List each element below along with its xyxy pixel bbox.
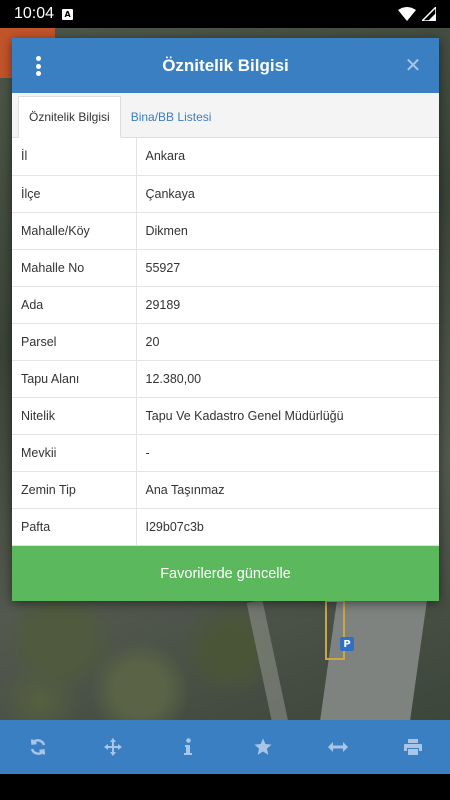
attribute-value: I29b07c3b: [136, 508, 439, 546]
table-row: Mevkii -: [12, 434, 439, 472]
close-icon[interactable]: ✕: [401, 53, 425, 77]
move-icon[interactable]: [93, 727, 133, 767]
attribute-key: Nitelik: [12, 397, 137, 435]
attribute-value: Tapu Ve Kadastro Genel Müdürlüğü: [136, 397, 439, 435]
dialog-title: Öznitelik Bilgisi: [162, 55, 289, 75]
signal-icon: [422, 7, 436, 21]
system-nav-bar: [0, 774, 450, 800]
attribute-table: İl Ankara İlçe Çankaya Mahalle/Köy Dikme…: [12, 138, 439, 546]
attribute-value: 12.380,00: [136, 360, 439, 398]
attribute-value: Ana Taşınmaz: [136, 471, 439, 509]
attribute-value: Çankaya: [136, 175, 439, 213]
table-row: Tapu Alanı 12.380,00: [12, 360, 439, 398]
attribute-key: Mahalle/Köy: [12, 212, 137, 250]
tab-attribute-info[interactable]: Öznitelik Bilgisi: [18, 96, 121, 138]
map-parcel-outline: [325, 600, 345, 660]
table-row: Nitelik Tapu Ve Kadastro Genel Müdürlüğü: [12, 397, 439, 435]
wifi-icon: [398, 7, 416, 21]
attribute-value: 55927: [136, 249, 439, 287]
table-row: İlçe Çankaya: [12, 175, 439, 213]
star-icon[interactable]: [243, 727, 283, 767]
attribute-key: Mevkii: [12, 434, 137, 472]
attribute-key: Pafta: [12, 508, 137, 546]
map-path: [246, 599, 290, 731]
tab-building-list[interactable]: Bina/BB Listesi: [121, 96, 222, 137]
update-favorites-button[interactable]: Favorilerde güncelle: [12, 546, 439, 601]
status-time: 10:04: [14, 5, 55, 22]
table-row: Zemin Tip Ana Taşınmaz: [12, 471, 439, 509]
table-row: Mahalle/Köy Dikmen: [12, 212, 439, 250]
attribute-key: Mahalle No: [12, 249, 137, 287]
parking-icon: P: [340, 637, 354, 651]
table-row: Ada 29189: [12, 286, 439, 324]
notification-icon: A: [62, 8, 74, 20]
table-row: İl Ankara: [12, 138, 439, 176]
measure-icon[interactable]: [318, 727, 358, 767]
print-icon[interactable]: [393, 727, 433, 767]
more-options-icon[interactable]: [30, 54, 46, 78]
refresh-icon[interactable]: [18, 727, 58, 767]
attribute-value: 20: [136, 323, 439, 361]
info-icon[interactable]: [168, 727, 208, 767]
table-row: Mahalle No 55927: [12, 249, 439, 287]
tab-bar: Öznitelik Bilgisi Bina/BB Listesi: [12, 93, 439, 138]
attribute-key: Zemin Tip: [12, 471, 137, 509]
attribute-value: Ankara: [136, 138, 439, 176]
attribute-key: Ada: [12, 286, 137, 324]
table-row: Pafta I29b07c3b: [12, 508, 439, 546]
attribute-value: -: [136, 434, 439, 472]
table-row: Parsel 20: [12, 323, 439, 361]
status-bar: 10:04 A: [0, 0, 450, 28]
attribute-key: Tapu Alanı: [12, 360, 137, 398]
attribute-value: 29189: [136, 286, 439, 324]
attribute-key: Parsel: [12, 323, 137, 361]
attribute-dialog: Öznitelik Bilgisi ✕ Öznitelik Bilgisi Bi…: [12, 38, 439, 601]
dialog-header: Öznitelik Bilgisi ✕: [12, 38, 439, 93]
bottom-toolbar: [0, 720, 450, 774]
attribute-key: İl: [12, 138, 137, 176]
attribute-key: İlçe: [12, 175, 137, 213]
attribute-value: Dikmen: [136, 212, 439, 250]
